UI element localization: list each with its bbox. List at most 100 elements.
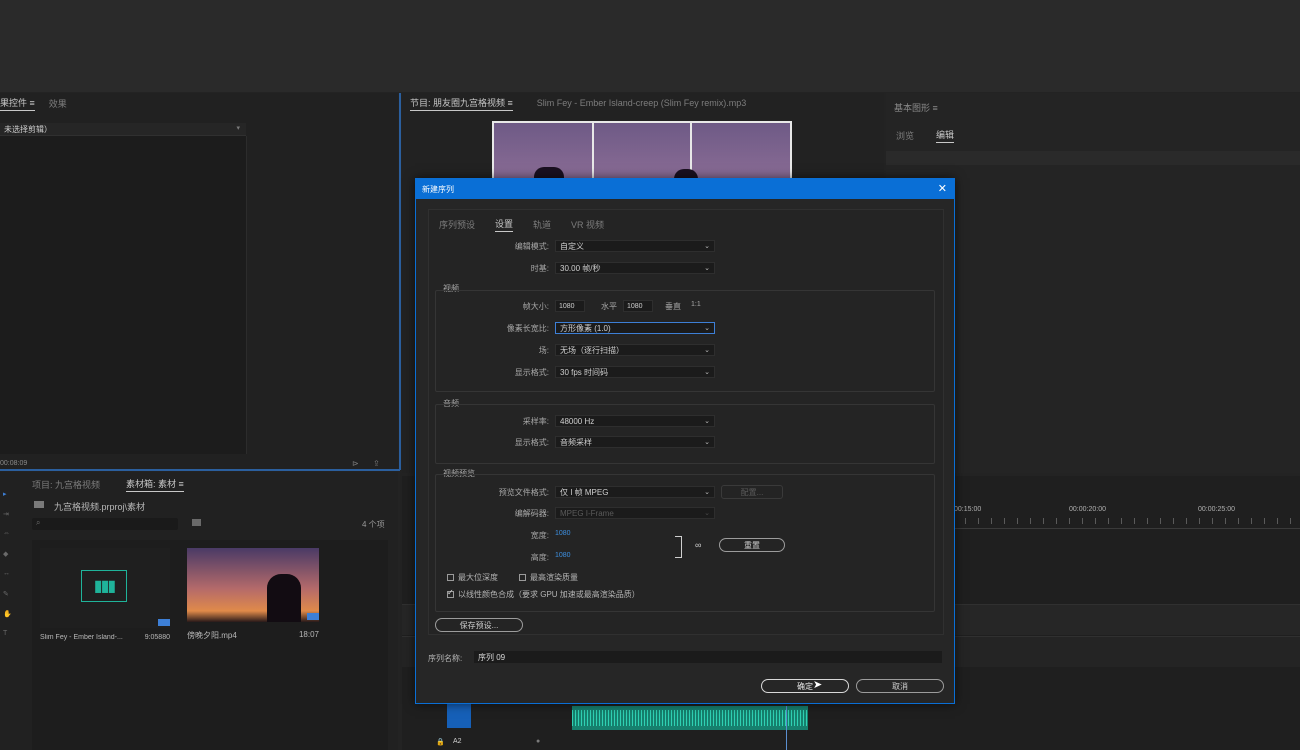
- video-display-format-label: 显示格式:: [514, 368, 549, 377]
- export-icon[interactable]: ⇪: [373, 459, 380, 468]
- new-sequence-dialog: 新建序列 ✕ 序列预设 设置 轨道 VR 视频 编辑模式: 自定义 ⌄ 时基: 3…: [415, 178, 955, 704]
- new-bin-icon[interactable]: [192, 519, 201, 526]
- tab-browse[interactable]: 浏览: [896, 129, 914, 142]
- project-panel: 项目: 九宫格视频 素材箱: 素材 ≡ 九宫格视频.prproj\素材 ⌕ 4 …: [0, 472, 398, 750]
- item-count: 4 个项: [362, 520, 385, 529]
- item-name: 傍晚夕阳.mp4: [187, 631, 237, 640]
- chevron-down-icon: ⌄: [704, 489, 710, 496]
- waveform: [572, 710, 808, 726]
- linear-color-checkbox[interactable]: 以线性颜色合成（要求 GPU 加速或最高渲染品质）: [447, 588, 640, 600]
- audio-badge-icon: [158, 619, 170, 626]
- timebase-select[interactable]: 30.00 帧/秒 ⌄: [555, 262, 715, 274]
- ruler-label: 00:15:00: [954, 506, 982, 513]
- dropdown-arrow-icon[interactable]: ▾: [236, 124, 240, 132]
- audio-settings-group: [435, 404, 935, 464]
- edit-mode-select[interactable]: 自定义 ⌄: [555, 240, 715, 252]
- tab-bin[interactable]: 素材箱: 素材 ≡: [126, 477, 184, 492]
- chevron-down-icon: ⌄: [704, 510, 710, 517]
- track-label: A2: [453, 738, 462, 745]
- sequence-name-input[interactable]: 序列 09: [474, 651, 942, 663]
- edit-mode-label: 编辑模式:: [514, 242, 549, 251]
- program-preview-image: [492, 121, 792, 183]
- chevron-down-icon: ⌄: [704, 439, 710, 446]
- frame-height-input[interactable]: 1080: [623, 300, 653, 312]
- panel-divider-vertical: [399, 93, 401, 470]
- dialog-title: 新建序列: [422, 185, 454, 194]
- clip-header: 未选择剪辑） ▾: [0, 123, 246, 136]
- tab-tracks[interactable]: 轨道: [533, 218, 551, 231]
- playhead-track-block: [447, 704, 471, 728]
- list-item[interactable]: ▮▮▮ Slim Fey - Ember Island-... 9:05880: [40, 548, 170, 648]
- preview-width-label: 宽度:: [530, 531, 549, 540]
- chevron-down-icon: ⌄: [704, 265, 710, 272]
- chevron-down-icon: ⌄: [704, 369, 710, 376]
- track-select-icon[interactable]: ⇥: [3, 510, 9, 518]
- audio-clip-waveform[interactable]: [572, 706, 808, 730]
- slip-tool-icon[interactable]: ↔: [3, 570, 10, 577]
- chevron-down-icon: ⌄: [704, 418, 710, 425]
- preview-width-value[interactable]: 1080: [555, 530, 571, 537]
- graphics-subbar: [886, 151, 1300, 165]
- fields-select[interactable]: 无场（逐行扫描） ⌄: [555, 344, 715, 356]
- timebase-label: 时基:: [530, 264, 549, 273]
- graphics-title: 基本图形 ≡: [894, 103, 938, 113]
- list-item[interactable]: 傍晚夕阳.mp4 18:07: [187, 548, 319, 648]
- filter-icon[interactable]: ⊳: [352, 459, 359, 468]
- item-name: Slim Fey - Ember Island-...: [40, 634, 123, 641]
- tab-project[interactable]: 项目: 九宫格视频: [32, 478, 100, 491]
- tab-vr-video[interactable]: VR 视频: [571, 218, 604, 231]
- preview-format-label: 预览文件格式:: [498, 488, 549, 497]
- video-thumbnail: [187, 548, 319, 622]
- razor-tool-icon[interactable]: ◆: [3, 550, 9, 558]
- max-render-quality-checkbox[interactable]: 最高渲染质量: [519, 572, 578, 583]
- video-badge-icon: [307, 613, 319, 620]
- ok-button[interactable]: 确定: [761, 679, 849, 693]
- tab-settings[interactable]: 设置: [495, 217, 514, 232]
- tab-audio-clip[interactable]: Slim Fey - Ember Island-creep (Slim Fey …: [537, 98, 747, 108]
- reset-button[interactable]: 重置: [719, 538, 785, 552]
- pen-tool-icon[interactable]: ✎: [3, 590, 9, 598]
- pixel-aspect-label: 像素长宽比:: [506, 324, 549, 333]
- ruler-ticks: [952, 518, 1300, 524]
- item-duration: 9:05880: [144, 634, 170, 641]
- horizontal-label: 水平: [601, 302, 617, 311]
- tab-effects[interactable]: 效果: [49, 97, 67, 110]
- audio-display-format-select[interactable]: 音频采样 ⌄: [555, 436, 715, 448]
- tab-sequence-presets[interactable]: 序列预设: [439, 218, 475, 231]
- grid-divider: [592, 123, 594, 183]
- preview-format-select[interactable]: 仅 I 帧 MPEG ⌄: [555, 486, 715, 498]
- max-bit-depth-checkbox[interactable]: 最大位深度: [447, 572, 498, 583]
- cancel-button[interactable]: 取消: [856, 679, 944, 693]
- checkbox-box: [447, 574, 454, 581]
- tab-effect-controls[interactable]: 果控件 ≡: [0, 96, 35, 111]
- dialog-title-bar: 新建序列 ✕: [416, 179, 954, 199]
- tab-program[interactable]: 节目: 朋友圈九宫格视频 ≡: [410, 96, 513, 111]
- lock-icon[interactable]: 🔒: [436, 738, 445, 746]
- chain-link-icon[interactable]: ∞: [695, 540, 701, 550]
- aspect-ratio-value: 1:1: [691, 301, 701, 308]
- dialog-content: 序列预设 设置 轨道 VR 视频 编辑模式: 自定义 ⌄ 时基: 30.00 帧/…: [428, 209, 944, 635]
- mic-icon[interactable]: ●: [536, 738, 540, 745]
- item-duration: 18:07: [298, 630, 319, 639]
- checkbox-box: [519, 574, 526, 581]
- codec-select[interactable]: MPEG I-Frame ⌄: [555, 507, 715, 519]
- close-icon[interactable]: ✕: [938, 182, 947, 195]
- folder-icon: [34, 501, 44, 508]
- playhead-line[interactable]: [786, 706, 787, 750]
- save-preset-button[interactable]: 保存预设...: [435, 618, 523, 632]
- type-tool-icon[interactable]: T: [3, 630, 9, 637]
- audio-thumbnail: ▮▮▮: [40, 548, 170, 628]
- sample-rate-select[interactable]: 48000 Hz ⌄: [555, 415, 715, 427]
- video-display-format-select[interactable]: 30 fps 时间码 ⌄: [555, 366, 715, 378]
- selection-tool-icon[interactable]: ▸: [3, 490, 9, 498]
- timeline-ruler: 00:15:00 00:00:20:00 00:00:25:00: [952, 504, 1300, 529]
- effect-list-area: [0, 136, 247, 454]
- configure-button[interactable]: 配置...: [721, 485, 783, 499]
- mouse-cursor-icon: ➤: [813, 679, 823, 691]
- pixel-aspect-select[interactable]: 方形像素 (1.0) ⌄: [555, 322, 715, 334]
- project-search-input[interactable]: ⌕: [32, 518, 178, 530]
- preview-height-value[interactable]: 1080: [555, 552, 571, 559]
- ripple-edit-icon[interactable]: ⇔: [3, 530, 10, 537]
- hand-tool-icon[interactable]: ✋: [3, 610, 12, 618]
- tab-edit[interactable]: 编辑: [936, 128, 955, 143]
